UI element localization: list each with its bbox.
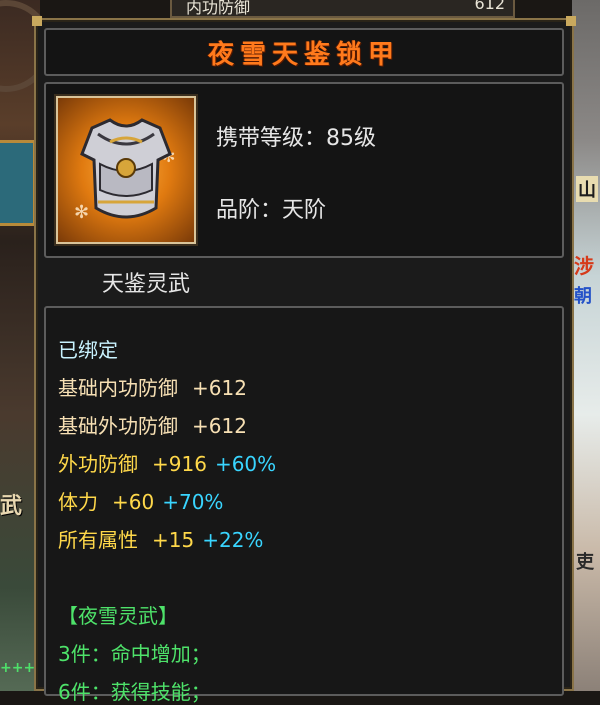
background-sign-4: 吏 (576, 552, 594, 573)
background-stat-label: 内功防御 (186, 0, 251, 17)
stat-row: 所有属性 +15 +22% (58, 524, 263, 553)
item-tooltip: 夜雪天鉴锁甲 ✻ ✻ 携带等级：85级 品阶：天阶 天鉴灵武 已绑定 基础内功防… (32, 16, 576, 704)
stat-value: +612 (192, 414, 247, 438)
set-name-row: 天鉴灵武 (44, 262, 564, 300)
tooltip-title-bar: 夜雪天鉴锁甲 (44, 28, 564, 76)
stat-bonus: +70% (162, 490, 224, 514)
set-title: 【夜雪灵武】 (58, 604, 178, 628)
item-grade: 品阶：天阶 (216, 198, 327, 223)
frame-corner (566, 16, 576, 26)
svg-text:✻: ✻ (74, 202, 89, 223)
stat-row: 基础内功防御 +612 (58, 372, 247, 401)
carry-level: 携带等级：85级 (216, 126, 376, 151)
armor-breastplate-icon: ✻ ✻ (56, 96, 196, 244)
background-stat-strip: 内功防御 612 (170, 0, 515, 18)
set-name-label: 天鉴灵武 (102, 272, 191, 297)
background-sign-3: 朝 (574, 286, 592, 307)
stat-row: 体力 +60 +70% (58, 486, 223, 515)
stat-name: 所有属性 (58, 528, 138, 552)
bound-status: 已绑定 (58, 338, 118, 362)
frame-corner (32, 16, 42, 26)
set-effect: 3件：命中增加； (58, 642, 211, 666)
background-stat-value: 612 (474, 0, 505, 13)
stat-value: +612 (192, 376, 247, 400)
stat-bonus: +60% (214, 452, 277, 476)
stat-value: +60 (112, 490, 155, 514)
stat-row: 外功防御 +916 +60% (58, 448, 276, 477)
stat-value: +15 (152, 528, 195, 552)
stat-name: 基础内功防御 (58, 376, 178, 400)
background-sign-2: 涉 (574, 254, 594, 278)
background-sign-1: 山 (576, 176, 598, 202)
background-left-plus: +++ (0, 660, 36, 676)
item-info-box: ✻ ✻ 携带等级：85级 品阶：天阶 (44, 82, 564, 258)
background-item-slot[interactable] (0, 140, 36, 226)
stat-value: +916 (152, 452, 207, 476)
stat-name: 外功防御 (58, 452, 138, 476)
stat-name: 体力 (58, 490, 98, 514)
stat-bonus: +22% (202, 528, 264, 552)
stat-row: 基础外功防御 +612 (58, 410, 247, 439)
stat-name: 基础外功防御 (58, 414, 178, 438)
background-left-text: 武 (0, 494, 23, 519)
item-title: 夜雪天鉴锁甲 (207, 39, 400, 70)
background-right-scene: 山 涉 朝 吏 (572, 0, 600, 691)
item-stats-box: 已绑定 基础内功防御 +612 基础外功防御 +612 外功防御 +916 +60% 体… (44, 306, 564, 704)
